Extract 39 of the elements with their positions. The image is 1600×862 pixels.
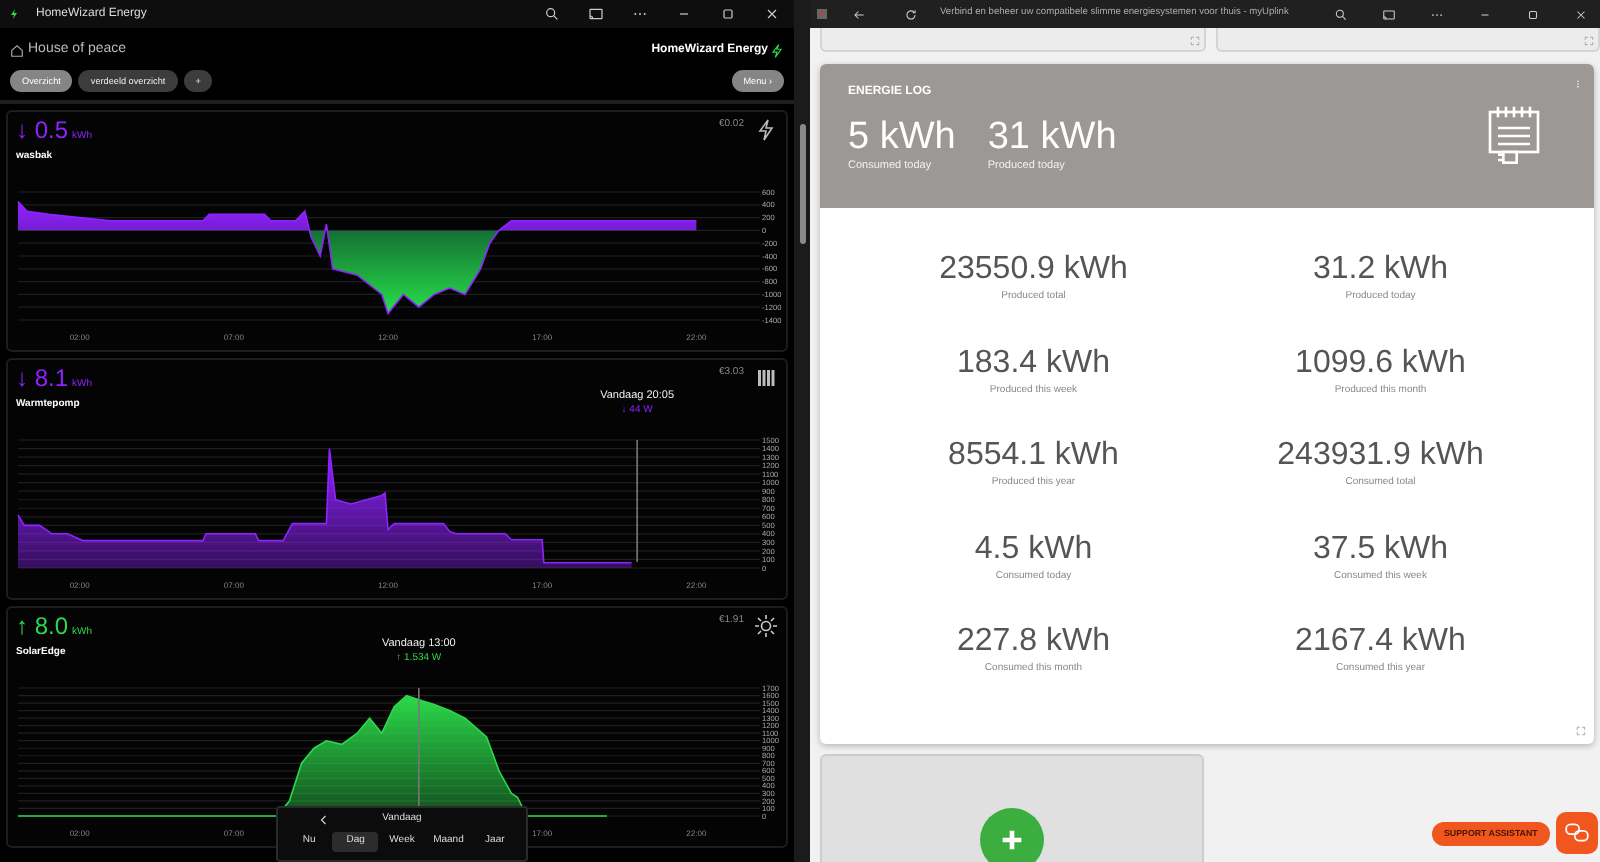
stat-value: 1099.6 kWh xyxy=(1293,345,1468,379)
stat-value: 31.2 kWh xyxy=(1310,252,1451,286)
bolt-icon xyxy=(770,41,784,60)
cast-icon[interactable] xyxy=(1381,7,1395,21)
bolt-icon xyxy=(754,117,778,141)
stat-value: 183.4 kWh xyxy=(955,345,1112,379)
chat-bubbles-icon[interactable] xyxy=(1564,820,1590,846)
close-icon[interactable] xyxy=(1573,7,1587,21)
reading-value: ↓ 0.5 xyxy=(16,117,69,143)
stat-value: 4.5 kWh xyxy=(972,531,1095,565)
stat-value: 243931.9 kWh xyxy=(1275,438,1486,472)
chevron-left-icon[interactable] xyxy=(318,814,330,826)
refresh-icon[interactable] xyxy=(903,7,917,21)
close-icon[interactable] xyxy=(764,6,780,22)
plus-icon[interactable] xyxy=(998,826,1026,854)
stat-value: 23550.9 kWh xyxy=(937,252,1130,286)
app-icon xyxy=(816,8,828,20)
stat-value: 8554.1 kWh xyxy=(946,438,1121,472)
stat-value: 227.8 kWh xyxy=(955,624,1112,658)
cursor-line xyxy=(636,438,638,562)
add-button[interactable] xyxy=(980,808,1044,862)
radiator-icon xyxy=(754,365,778,389)
back-arrow-icon[interactable] xyxy=(851,7,865,21)
search-icon[interactable] xyxy=(1333,7,1347,21)
reading-value: ↓ 8.1 xyxy=(16,365,69,391)
search-icon[interactable] xyxy=(544,6,560,22)
cast-icon[interactable] xyxy=(588,6,604,22)
sun-icon xyxy=(754,613,778,637)
summary-value: 31 kWh xyxy=(987,118,1117,158)
chat-button[interactable] xyxy=(1556,812,1598,854)
reading-value: ↑ 8.0 xyxy=(16,613,69,639)
maximize-icon[interactable] xyxy=(1525,7,1539,21)
home-icon xyxy=(10,43,24,58)
summary-value: 5 kWh xyxy=(848,118,956,158)
maximize-icon[interactable] xyxy=(720,6,736,22)
bolt-icon xyxy=(8,6,20,22)
stat-value: 2167.4 kWh xyxy=(1293,624,1468,658)
cursor-line xyxy=(418,686,420,810)
stat-value: 37.5 kWh xyxy=(1310,531,1451,565)
